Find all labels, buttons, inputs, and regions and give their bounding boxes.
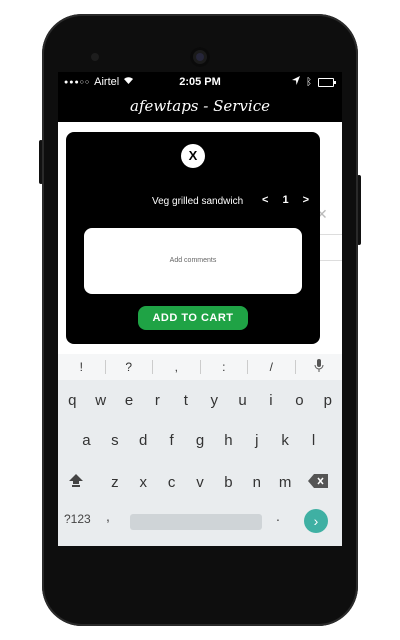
key-r[interactable]: r (143, 392, 171, 409)
comments-input[interactable] (84, 228, 302, 294)
keyboard-row-1: q w e r t y u i o p (58, 392, 342, 409)
background-divider (320, 260, 342, 261)
close-button[interactable]: X (181, 144, 205, 168)
key-z[interactable]: z (101, 474, 129, 491)
key-a[interactable]: a (72, 432, 100, 449)
app-header: afewtaps - Service (58, 92, 342, 122)
quantity-stepper: < 1 > (262, 194, 309, 206)
backspace-icon[interactable] (308, 474, 328, 491)
go-arrow-icon[interactable]: › (304, 509, 328, 533)
key-q[interactable]: q (58, 392, 86, 409)
location-icon (292, 76, 300, 88)
key-e[interactable]: e (115, 392, 143, 409)
key-x[interactable]: x (129, 474, 157, 491)
key-exclamation[interactable]: ! (58, 360, 105, 374)
key-y[interactable]: y (200, 392, 228, 409)
key-l[interactable]: l (299, 432, 327, 449)
battery-icon (318, 77, 336, 87)
phone-screen: ●●●○○ Airtel 2:05 PM ᛒ afewtaps - Servic… (58, 72, 342, 546)
keyboard-row-3: z x c v b n m (58, 474, 342, 491)
on-screen-keyboard: ! ? , : / q w e r t y u i o p a s d f g … (58, 354, 342, 546)
space-bar[interactable] (130, 514, 262, 530)
key-period[interactable]: . (276, 508, 280, 524)
key-w[interactable]: w (86, 392, 114, 409)
front-camera (190, 47, 210, 67)
symbols-mode-key[interactable]: ?123 (64, 512, 91, 526)
key-k[interactable]: k (271, 432, 299, 449)
quantity-increase-button[interactable]: > (303, 194, 309, 206)
key-s[interactable]: s (101, 432, 129, 449)
key-b[interactable]: b (214, 474, 242, 491)
status-bar: ●●●○○ Airtel 2:05 PM ᛒ (58, 72, 342, 92)
key-u[interactable]: u (228, 392, 256, 409)
key-d[interactable]: d (129, 432, 157, 449)
key-g[interactable]: g (186, 432, 214, 449)
bluetooth-icon: ᛒ (306, 76, 312, 88)
add-to-cart-button[interactable]: ADD TO CART (138, 306, 248, 330)
add-item-modal: X Veg grilled sandwich < 1 > ADD TO CART (66, 132, 320, 344)
background-divider (320, 234, 342, 235)
key-comma-symbol[interactable]: , (153, 360, 200, 374)
item-name: Veg grilled sandwich (152, 196, 244, 207)
key-t[interactable]: t (172, 392, 200, 409)
key-f[interactable]: f (157, 432, 185, 449)
mic-icon[interactable] (296, 358, 343, 376)
quantity-value: 1 (282, 194, 289, 206)
quantity-decrease-button[interactable]: < (262, 194, 268, 206)
key-n[interactable]: n (243, 474, 271, 491)
keyboard-row-2: a s d f g h j k l (58, 432, 342, 449)
app-title: afewtaps - Service (130, 97, 270, 115)
keyboard-symbol-row: ! ? , : / (58, 354, 342, 380)
key-c[interactable]: c (157, 474, 185, 491)
front-sensor (91, 53, 99, 61)
key-p[interactable]: p (314, 392, 342, 409)
key-question[interactable]: ? (106, 360, 153, 374)
key-m[interactable]: m (271, 474, 299, 491)
key-colon[interactable]: : (201, 360, 248, 374)
key-o[interactable]: o (285, 392, 313, 409)
key-j[interactable]: j (243, 432, 271, 449)
key-v[interactable]: v (186, 474, 214, 491)
key-slash[interactable]: / (248, 360, 295, 374)
key-h[interactable]: h (214, 432, 242, 449)
key-i[interactable]: i (257, 392, 285, 409)
key-comma[interactable]: , (106, 508, 110, 524)
